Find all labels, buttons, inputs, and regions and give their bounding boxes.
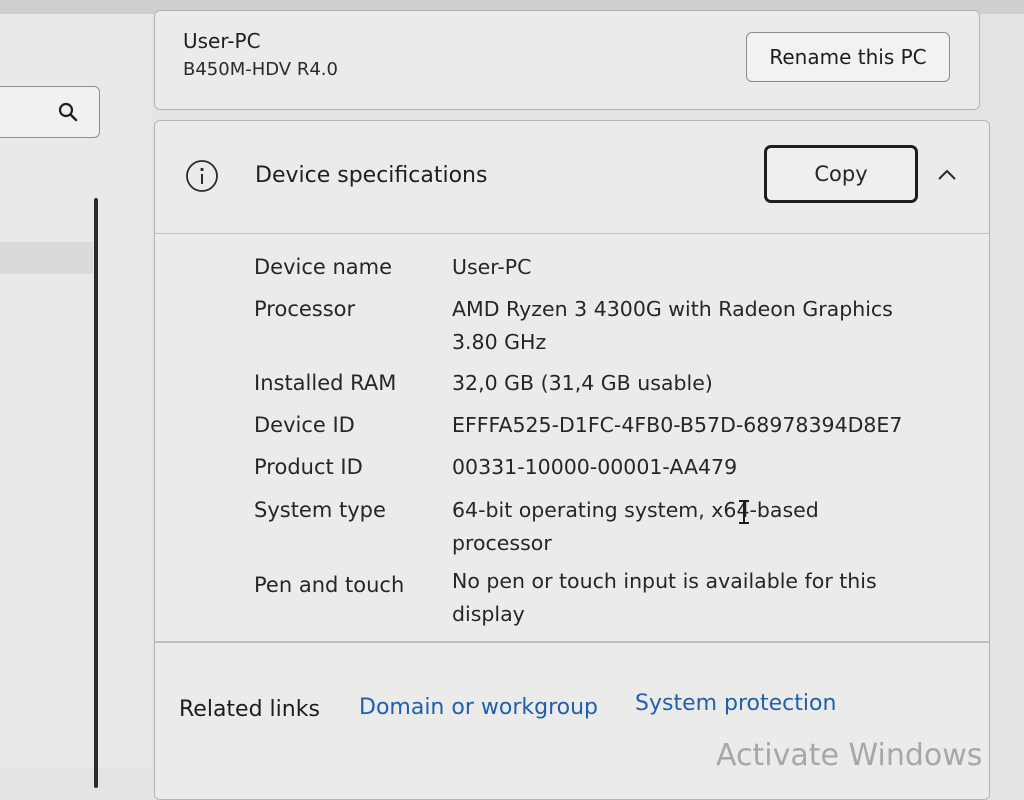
device-specifications-title: Device specifications [255, 163, 488, 188]
spec-value[interactable]: 00331-10000-00001-AA479 [452, 451, 922, 484]
related-links-row: Related links Domain or workgroup System… [155, 661, 989, 741]
spec-value: AMD Ryzen 3 4300G with Radeon Graphics 3… [452, 297, 893, 354]
spec-label: Processor [254, 297, 356, 321]
domain-or-workgroup-link[interactable]: Domain or workgroup [359, 695, 598, 720]
device-specifications-header[interactable]: Device specifications Copy [155, 121, 989, 234]
search-icon[interactable] [57, 101, 79, 123]
chevron-up-icon[interactable] [935, 165, 959, 185]
spec-value: 64-bit operating system, x64-based proce… [452, 498, 819, 555]
copy-button[interactable]: Copy [764, 145, 918, 203]
text-cursor-icon [739, 500, 749, 524]
spec-value[interactable]: EFFFA525-D1FC-4FB0-B57D-68978394D8E7 [452, 409, 922, 442]
search-box[interactable] [0, 86, 100, 138]
spec-label: Device ID [254, 413, 355, 437]
spec-label: Product ID [254, 455, 363, 479]
spec-value: User-PC [452, 255, 532, 279]
pc-model: B450M-HDV R4.0 [183, 59, 338, 80]
spec-label: Device name [254, 255, 393, 279]
sidebar-scrollbar[interactable] [94, 198, 98, 788]
spec-label: Pen and touch [254, 573, 405, 597]
spec-value: No pen or touch input is available for t… [452, 569, 877, 626]
spec-label: Installed RAM [254, 371, 397, 395]
spec-value: 32,0 GB (31,4 GB usable) [452, 371, 713, 395]
related-links-label: Related links [179, 697, 320, 722]
device-specifications-card: Device specifications Copy Device name U… [154, 120, 990, 800]
pc-name: User-PC [183, 29, 261, 53]
section-divider [155, 641, 989, 643]
info-icon [186, 160, 218, 192]
sidebar [0, 14, 152, 788]
sidebar-selected-item[interactable] [0, 242, 93, 274]
pc-rename-card: User-PC B450M-HDV R4.0 Rename this PC [154, 10, 980, 110]
system-protection-link[interactable]: System protection [635, 691, 836, 716]
rename-pc-button[interactable]: Rename this PC [746, 32, 950, 82]
spec-label: System type [254, 498, 386, 522]
